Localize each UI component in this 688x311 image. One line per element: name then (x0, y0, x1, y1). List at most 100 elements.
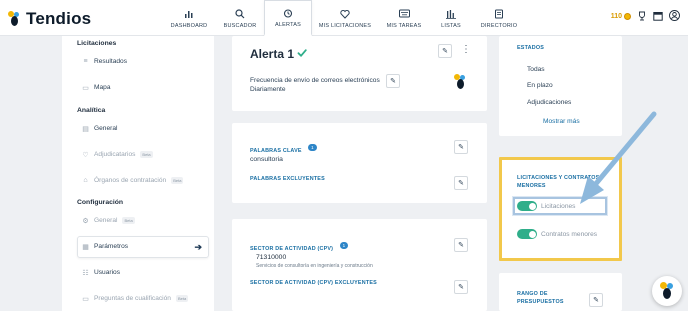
frequency-value: Diariamente (250, 86, 286, 93)
edit-excluded-sector-button[interactable]: ✎ (454, 280, 468, 294)
keyword-value: consultoria (250, 156, 283, 163)
estado-todas[interactable]: Todas (527, 66, 545, 73)
nav-label: BUSCADOR (223, 22, 257, 29)
sidebar-item-label: Resultados (94, 58, 127, 65)
nav-mis-licitaciones[interactable]: MIS LICITACIONES (312, 0, 378, 36)
main-nav: DASHBOARD BUSCADOR ALERTAS MIS LICITACIO… (162, 0, 526, 36)
nav-label: MIS TAREAS (386, 22, 422, 29)
sidebar-item-general-analytics[interactable]: ▤ General (82, 125, 118, 133)
beta-badge: Beta (122, 217, 135, 224)
list-bars-icon (445, 8, 457, 20)
map-icon: ▭ (82, 84, 89, 92)
edit-sector-button[interactable]: ✎ (454, 238, 468, 252)
nav-directorio[interactable]: DIRECTORIO (472, 0, 526, 36)
sidebar-item-preguntas[interactable]: ▭ Preguntas de cualificación Beta (82, 295, 189, 303)
sector-count-badge: 1 (339, 242, 349, 250)
tendios-logo-icon (8, 11, 22, 27)
section-title-analitica: Analítica (77, 107, 106, 114)
sidebar-item-organos[interactable]: ⌂ Órganos de contratación Beta (82, 177, 184, 184)
settings-sidebar: Licitaciones ≡ Resultados ▭ Mapa Analíti… (62, 36, 214, 311)
licitaciones-toggle[interactable] (517, 201, 537, 211)
sidebar-item-usuarios[interactable]: ☷ Usuarios (82, 269, 121, 277)
sidebar-item-label: Adjudicatarios (94, 151, 136, 158)
nav-label: DIRECTORIO (480, 22, 518, 29)
more-options-icon[interactable]: ⋮ (461, 45, 471, 55)
users-icon: ☷ (82, 269, 89, 277)
sidebar-item-parametros[interactable]: ▦ Parámetros (82, 243, 129, 251)
sidebar-item-resultados[interactable]: ≡ Resultados (82, 58, 127, 65)
heart-icon (339, 8, 351, 20)
alert-card: Alerta 1 ✎ ⋮ Frecuencia de envío de corr… (232, 36, 487, 111)
edit-keywords-button[interactable]: ✎ (454, 140, 468, 154)
sliders-icon: ▦ (82, 243, 89, 251)
sidebar-item-label: Parámetros (94, 243, 129, 250)
keyboard-icon (398, 8, 410, 20)
sidebar-item-mapa[interactable]: ▭ Mapa (82, 84, 111, 92)
keywords-count-badge: 1 (308, 144, 317, 152)
beta-badge: Beta (171, 177, 184, 184)
edit-presupuestos-button[interactable]: ✎ (589, 293, 603, 307)
list-icon: ≡ (83, 58, 88, 65)
sidebar-item-adjudicatarios[interactable]: ♡ Adjudicatarios Beta (82, 151, 153, 159)
presupuestos-card: RANGO DE PRESUPUESTOS ✎ (499, 273, 622, 311)
top-right-controls: 110 (611, 10, 680, 23)
question-icon: ▭ (82, 295, 89, 303)
estado-adjudicaciones[interactable]: Adjudicaciones (527, 99, 571, 106)
sidebar-item-label: Mapa (94, 84, 111, 91)
trophy-icon[interactable] (637, 11, 647, 23)
estado-en-plazo[interactable]: En plazo (527, 82, 553, 89)
cpv-code: 71310000 (256, 254, 287, 261)
nav-alertas[interactable]: ALERTAS (264, 0, 312, 36)
edit-alert-title-button[interactable]: ✎ (438, 44, 452, 58)
help-chat-button[interactable] (652, 276, 682, 306)
presupuestos-title: RANGO DE PRESUPUESTOS (517, 290, 564, 306)
section-title-licitaciones: Licitaciones (77, 40, 117, 47)
alert-title: Alerta 1 (250, 47, 295, 61)
nav-label: DASHBOARD (170, 22, 208, 29)
edit-excluded-keywords-button[interactable]: ✎ (454, 176, 468, 190)
calendar-icon[interactable] (653, 11, 663, 23)
arrow-right-icon: ➔ (194, 242, 202, 252)
tendios-mascot-icon (660, 282, 674, 300)
nav-dashboard[interactable]: DASHBOARD (162, 0, 216, 36)
alarm-clock-icon (282, 7, 294, 19)
top-navigation-bar: Tendios DASHBOARD BUSCADOR ALERTAS MIS L… (0, 0, 688, 36)
check-icon (297, 45, 307, 63)
user-avatar-icon[interactable] (669, 10, 680, 23)
sidebar-item-label: Órganos de contratación (94, 177, 167, 184)
app-logo[interactable]: Tendios (8, 9, 91, 29)
section-title-configuracion: Configuración (77, 199, 124, 206)
sector-title: SECTOR DE ACTIVIDAD (CPV) (250, 246, 334, 252)
presupuestos-title-line1: RANGO DE (517, 291, 548, 297)
directory-icon (493, 8, 505, 20)
keywords-card: PALABRAS CLAVE 1 ✎ consultoria PALABRAS … (232, 123, 487, 203)
building-icon: ⌂ (83, 177, 88, 184)
contratos-toggle-row[interactable]: Contratos menores (517, 229, 597, 239)
edit-frequency-button[interactable]: ✎ (386, 74, 400, 88)
sidebar-item-label: Preguntas de cualificación (94, 295, 171, 302)
estados-title: ESTADOS (517, 45, 545, 51)
nav-buscador[interactable]: BUSCADOR (216, 0, 264, 36)
nav-listas[interactable]: LISTAS (430, 0, 472, 36)
sidebar-item-label: General (94, 217, 118, 224)
keywords-title: PALABRAS CLAVE (250, 148, 302, 154)
nav-mis-tareas[interactable]: MIS TAREAS (378, 0, 430, 36)
cpv-description: Servicios de consultoría en ingeniería y… (256, 263, 373, 269)
heart-outline-icon: ♡ (82, 151, 89, 159)
licitaciones-toggle-row[interactable]: Licitaciones (517, 201, 575, 211)
sidebar-item-label: Usuarios (94, 269, 121, 276)
coin-icon (624, 13, 631, 20)
bar-chart-icon (183, 8, 195, 20)
excluded-keywords-title: PALABRAS EXCLUYENTES (250, 176, 325, 182)
contratos-menores-toggle[interactable] (517, 229, 537, 239)
excluded-sector-title: SECTOR DE ACTIVIDAD (CPV) EXCLUYENTES (250, 280, 377, 286)
coin-count: 110 (610, 13, 622, 20)
sector-card: SECTOR DE ACTIVIDAD (CPV) 1 ✎ 71310000 S… (232, 219, 487, 311)
chart-icon: ▤ (82, 125, 89, 133)
sidebar-item-general-config[interactable]: ⚙ General Beta (82, 217, 135, 225)
sidebar-item-label: General (94, 125, 118, 132)
coin-balance[interactable]: 110 (611, 13, 631, 20)
contratos-label: Contratos menores (541, 230, 598, 238)
beta-badge: Beta (175, 295, 189, 302)
annotation-arrow (580, 111, 657, 204)
